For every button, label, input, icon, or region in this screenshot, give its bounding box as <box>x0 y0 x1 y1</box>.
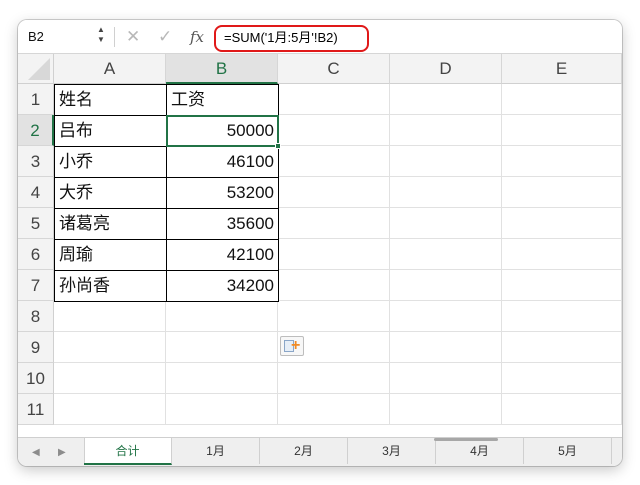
row-header-11[interactable]: 11 <box>18 394 54 425</box>
select-all-triangle-icon <box>28 58 50 80</box>
empty-cell[interactable] <box>390 301 502 332</box>
row-header-6[interactable]: 6 <box>18 239 54 270</box>
empty-cell[interactable] <box>390 177 502 208</box>
paste-options-icon: + <box>291 337 301 354</box>
close-icon[interactable]: ✕ <box>126 26 140 48</box>
empty-cell[interactable] <box>278 177 390 208</box>
column-header-a[interactable]: A <box>54 54 166 84</box>
header-cell-salary[interactable]: 工资 <box>166 84 279 116</box>
row-header-9[interactable]: 9 <box>18 332 54 363</box>
check-icon[interactable]: ✓ <box>158 26 172 48</box>
table-cell-name[interactable]: 小乔 <box>54 146 167 178</box>
empty-cell[interactable] <box>390 146 502 177</box>
column-header-b[interactable]: B <box>166 54 278 84</box>
empty-cell[interactable] <box>390 239 502 270</box>
empty-cell[interactable] <box>278 208 390 239</box>
sheet-tab-total[interactable]: 合计 <box>84 438 172 465</box>
empty-cell[interactable] <box>502 115 622 146</box>
table-cell-name[interactable]: 孙尚香 <box>54 270 167 302</box>
table-cell-salary[interactable]: 42100 <box>166 239 279 271</box>
chevron-updown-icon[interactable]: ▲ ▼ <box>96 25 106 49</box>
empty-cell[interactable] <box>278 363 390 394</box>
column-header-e[interactable]: E <box>502 54 622 84</box>
empty-cell[interactable] <box>390 208 502 239</box>
sheet-tab-apr[interactable]: 4月 <box>436 438 524 464</box>
table-cell-name[interactable]: 诸葛亮 <box>54 208 167 240</box>
sheet-tab-feb[interactable]: 2月 <box>260 438 348 464</box>
spreadsheet-window: B2 ▲ ▼ ✕ ✓ fx =SUM('1月:5月'!B2) A B C D E … <box>18 20 622 466</box>
empty-cell[interactable] <box>278 270 390 301</box>
horizontal-scrollbar[interactable] <box>434 438 498 441</box>
empty-cell[interactable] <box>166 332 278 363</box>
row-header-1[interactable]: 1 <box>18 84 54 115</box>
empty-cell[interactable] <box>278 115 390 146</box>
row-header-7[interactable]: 7 <box>18 270 54 301</box>
empty-cell[interactable] <box>502 301 622 332</box>
empty-cell[interactable] <box>166 394 278 425</box>
empty-cell[interactable] <box>502 146 622 177</box>
formula-bar: B2 ▲ ▼ ✕ ✓ fx =SUM('1月:5月'!B2) <box>18 20 622 54</box>
triangle-left-icon[interactable]: ◀ <box>32 438 40 466</box>
empty-cell[interactable] <box>502 394 622 425</box>
sheet-grid[interactable]: A B C D E 1 2 3 4 5 6 7 8 9 10 11 姓名 工资 … <box>18 54 622 437</box>
header-cell-name[interactable]: 姓名 <box>54 84 167 116</box>
empty-cell[interactable] <box>390 115 502 146</box>
empty-cell[interactable] <box>502 239 622 270</box>
select-all-corner[interactable] <box>18 54 54 84</box>
empty-cell[interactable] <box>54 363 166 394</box>
table-cell-salary[interactable]: 35600 <box>166 208 279 240</box>
table-cell-name[interactable]: 吕布 <box>54 115 167 147</box>
column-header-d[interactable]: D <box>390 54 502 84</box>
fx-icon[interactable]: fx <box>190 26 204 48</box>
empty-cell[interactable] <box>502 177 622 208</box>
empty-cell[interactable] <box>502 208 622 239</box>
empty-cell[interactable] <box>390 84 502 115</box>
sheet-tab-bar: ◀ ▶ 合计 1月 2月 3月 4月 5月 <box>18 437 622 466</box>
empty-cell[interactable] <box>278 301 390 332</box>
empty-cell[interactable] <box>166 363 278 394</box>
table-cell-name[interactable]: 大乔 <box>54 177 167 209</box>
empty-cell[interactable] <box>166 301 278 332</box>
empty-cell[interactable] <box>278 84 390 115</box>
empty-cell[interactable] <box>390 394 502 425</box>
empty-cell[interactable] <box>278 239 390 270</box>
empty-cell[interactable] <box>278 394 390 425</box>
formula-bar-divider <box>114 27 115 47</box>
empty-cell[interactable] <box>390 270 502 301</box>
row-header-3[interactable]: 3 <box>18 146 54 177</box>
empty-cell[interactable] <box>278 146 390 177</box>
sheet-tab-may[interactable]: 5月 <box>524 438 612 464</box>
empty-cell[interactable] <box>502 363 622 394</box>
row-header-10[interactable]: 10 <box>18 363 54 394</box>
table-cell-salary[interactable]: 34200 <box>166 270 279 302</box>
empty-cell[interactable] <box>502 332 622 363</box>
table-cell-salary[interactable]: 50000 <box>166 115 279 147</box>
empty-cell[interactable] <box>54 394 166 425</box>
paste-options-button[interactable]: + <box>280 336 304 356</box>
name-box[interactable]: B2 <box>26 26 106 48</box>
row-header-8[interactable]: 8 <box>18 301 54 332</box>
row-header-2[interactable]: 2 <box>18 115 54 146</box>
triangle-right-icon[interactable]: ▶ <box>58 438 66 466</box>
empty-cell[interactable] <box>54 332 166 363</box>
empty-cell[interactable] <box>54 301 166 332</box>
fill-handle[interactable] <box>275 143 281 149</box>
empty-cell[interactable] <box>502 270 622 301</box>
formula-highlight-annotation <box>214 25 369 52</box>
table-cell-salary[interactable]: 46100 <box>166 146 279 178</box>
sheet-tab-jan[interactable]: 1月 <box>172 438 260 464</box>
row-header-5[interactable]: 5 <box>18 208 54 239</box>
column-header-c[interactable]: C <box>278 54 390 84</box>
row-header-4[interactable]: 4 <box>18 177 54 208</box>
empty-cell[interactable] <box>390 363 502 394</box>
sheet-tab-mar[interactable]: 3月 <box>348 438 436 464</box>
table-cell-name[interactable]: 周瑜 <box>54 239 167 271</box>
table-cell-salary[interactable]: 53200 <box>166 177 279 209</box>
empty-cell[interactable] <box>502 84 622 115</box>
empty-cell[interactable] <box>390 332 502 363</box>
